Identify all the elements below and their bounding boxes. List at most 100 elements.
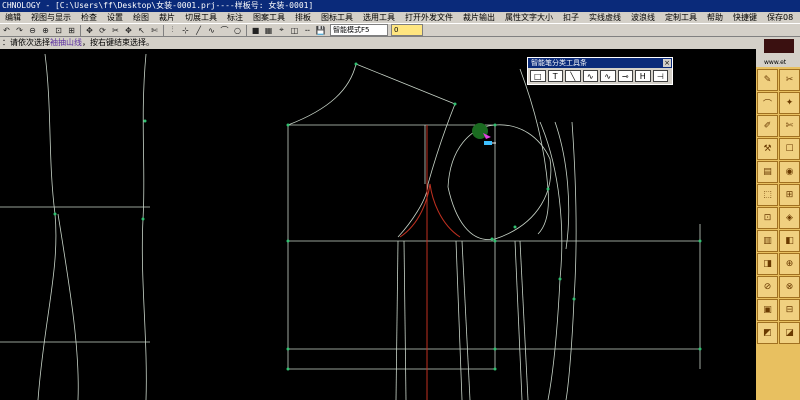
logo xyxy=(764,39,794,53)
circle-icon[interactable]: ○ xyxy=(232,25,243,36)
menu-item[interactable]: 快捷键 xyxy=(728,12,762,23)
menu-item[interactable]: 编辑 xyxy=(0,12,26,23)
tool-button[interactable]: ✂ xyxy=(779,69,800,91)
tool-button[interactable]: ⊞ xyxy=(779,184,800,206)
line-icon[interactable]: ╱ xyxy=(193,25,204,36)
tool-button[interactable]: ✦ xyxy=(779,92,800,114)
menu-item[interactable]: 绘图 xyxy=(128,12,154,23)
menu-item[interactable]: 实线虚线 xyxy=(584,12,626,23)
armhole-curve xyxy=(447,124,552,241)
tool-button[interactable]: ◨ xyxy=(757,253,778,275)
menu-item[interactable]: 定制工具 xyxy=(660,12,702,23)
right-tool-buttons: ✎ ✂ ⌒ ✦ ✐ ✄ ⚒ ☐ ▤ ◉ ⬚ ⊞ ⊡ ◈ ▥ ◧ ◨ ⊕ ⊘ ⊗ ▣ ⊟ ◩ ◪ xyxy=(756,67,800,346)
mode-select[interactable]: 智能模式F5 xyxy=(330,24,388,36)
menu-item[interactable]: 裁片 xyxy=(154,12,180,23)
tool-button[interactable]: ⊘ xyxy=(757,276,778,298)
tool-button[interactable]: ◪ xyxy=(779,322,800,344)
zoom-out-icon[interactable]: ⊖ xyxy=(27,25,38,36)
pattern-curve xyxy=(287,63,357,126)
menu-item[interactable]: 裁片输出 xyxy=(458,12,500,23)
number-input[interactable]: 0 xyxy=(391,24,423,36)
logo-text: www.et xyxy=(764,59,787,66)
menu-item[interactable]: 检查 xyxy=(76,12,102,23)
node xyxy=(143,119,147,123)
save-icon[interactable]: 💾 xyxy=(315,25,326,36)
palette-tool-button[interactable]: ∿ xyxy=(600,70,616,82)
node xyxy=(558,277,562,281)
color-icon[interactable]: ■ xyxy=(250,25,261,36)
palette-tool-button[interactable]: T xyxy=(547,70,563,82)
palette-tool-button[interactable]: □ xyxy=(530,70,546,82)
menu-item[interactable]: 保存08 xyxy=(762,12,798,23)
close-icon[interactable]: × xyxy=(663,59,671,67)
palette-tool-button[interactable]: ⊣ xyxy=(652,70,668,82)
pattern-curve xyxy=(57,213,79,400)
palette-tool-button[interactable]: ╲ xyxy=(565,70,581,82)
tool-button[interactable]: ▤ xyxy=(757,161,778,183)
tool-button[interactable]: ⊟ xyxy=(779,299,800,321)
palette-tool-button[interactable]: ⊸ xyxy=(617,70,633,82)
menu-item[interactable]: 标注 xyxy=(222,12,248,23)
tool-button[interactable]: ◈ xyxy=(779,207,800,229)
menu-item[interactable]: 设置 xyxy=(102,12,128,23)
tool-button[interactable]: ▥ xyxy=(757,230,778,252)
tool-button[interactable]: ⬚ xyxy=(757,184,778,206)
tool-button[interactable]: ◧ xyxy=(779,230,800,252)
toolbar: ↶ ↷ ⊖ ⊕ ⊡ ⊞ ✥ ⟳ ✂ ✥ ↖ ✄ ⫶ ⊹ ╱ ∿ ⌒ ○ ■ ▦ ⌖ ◫ ╌ 💾 智能模式F5 0 xyxy=(0,23,800,37)
grid-icon[interactable]: ▦ xyxy=(263,25,274,36)
logo-area: www.et xyxy=(756,37,800,67)
curve-icon[interactable]: ∿ xyxy=(206,25,217,36)
select-icon[interactable]: ↖ xyxy=(136,25,147,36)
snap-icon[interactable]: ⌖ xyxy=(276,25,287,36)
tool-button[interactable]: ⚒ xyxy=(757,138,778,160)
tool-button[interactable]: ✎ xyxy=(757,69,778,91)
tool-button[interactable]: ◩ xyxy=(757,322,778,344)
menu-item[interactable]: 帮助 xyxy=(702,12,728,23)
move-icon[interactable]: ✥ xyxy=(123,25,134,36)
undo-icon[interactable]: ↶ xyxy=(1,25,12,36)
cursor-icon xyxy=(483,133,496,145)
menu-item[interactable]: 波浪线 xyxy=(626,12,660,23)
zoom-in-icon[interactable]: ⊕ xyxy=(40,25,51,36)
menu-item[interactable]: 切展工具 xyxy=(180,12,222,23)
dash-icon[interactable]: ╌ xyxy=(302,25,313,36)
tool-button[interactable]: ✐ xyxy=(757,115,778,137)
tool-button[interactable]: ⊡ xyxy=(757,207,778,229)
menu-item[interactable]: 视图与显示 xyxy=(26,12,76,23)
menu-item[interactable]: 扣子 xyxy=(558,12,584,23)
tool-button[interactable]: ☐ xyxy=(779,138,800,160)
drawing-canvas[interactable] xyxy=(0,49,756,400)
tool-button[interactable]: ⌒ xyxy=(757,92,778,114)
palette-tool-button[interactable]: ∿ xyxy=(582,70,598,82)
sleeve-cap-curve xyxy=(399,183,461,238)
node xyxy=(493,347,497,351)
refresh-icon[interactable]: ⟳ xyxy=(97,25,108,36)
prompt-highlight: 袖抽山线 xyxy=(50,38,82,47)
menu-item[interactable]: 属性文字大小 xyxy=(500,12,558,23)
tool-button[interactable]: ✄ xyxy=(779,115,800,137)
scissors-icon[interactable]: ✄ xyxy=(149,25,160,36)
tool-button[interactable]: ◉ xyxy=(779,161,800,183)
menu-item[interactable]: 排板 xyxy=(290,12,316,23)
node xyxy=(546,187,550,191)
node xyxy=(53,212,57,216)
menu-item[interactable]: 选用工具 xyxy=(358,12,400,23)
node xyxy=(493,123,497,127)
menu-item[interactable]: 图案工具 xyxy=(248,12,290,23)
smart-pen-toolbar[interactable]: 智能笔分类工具条 × □ T ╲ ∿ ∿ ⊸ H ⊣ xyxy=(527,57,673,85)
menu-item[interactable]: 图标工具 xyxy=(316,12,358,23)
menu-item[interactable]: 打开外发文件 xyxy=(400,12,458,23)
redo-icon[interactable]: ↷ xyxy=(14,25,25,36)
tool-button[interactable]: ⊗ xyxy=(779,276,800,298)
zoom-window-icon[interactable]: ⊞ xyxy=(66,25,77,36)
palette-tool-button[interactable]: H xyxy=(635,70,651,82)
align-icon[interactable]: ⫶ xyxy=(167,25,178,36)
measure-icon[interactable]: ⊹ xyxy=(180,25,191,36)
cut-icon[interactable]: ✂ xyxy=(110,25,121,36)
tool-button[interactable]: ▣ xyxy=(757,299,778,321)
pan-icon[interactable]: ✥ xyxy=(84,25,95,36)
layer-icon[interactable]: ◫ xyxy=(289,25,300,36)
zoom-fit-icon[interactable]: ⊡ xyxy=(53,25,64,36)
arc-icon[interactable]: ⌒ xyxy=(219,25,230,36)
tool-button[interactable]: ⊕ xyxy=(779,253,800,275)
